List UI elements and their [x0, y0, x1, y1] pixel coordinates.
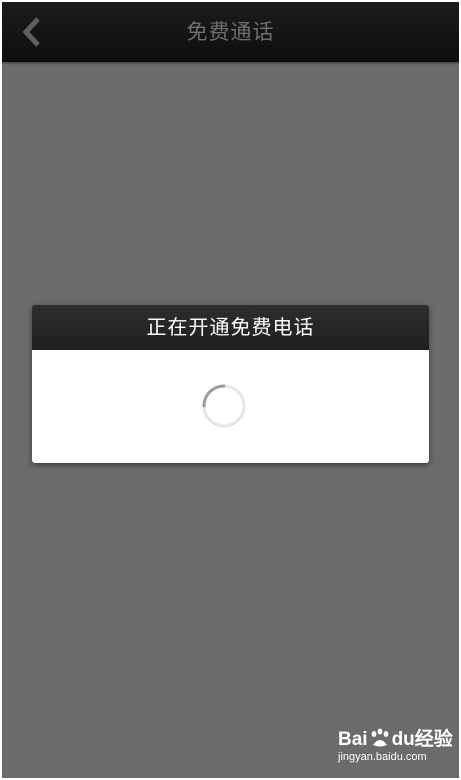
watermark-brand-right: 经验 [414, 729, 453, 750]
watermark-brand-left: Bai [338, 729, 368, 750]
app-screen: 免费通话 正在开通免费电话 Bai du经验 jingyan.baidu.com [2, 2, 459, 778]
watermark-brand-mid: du [391, 729, 415, 750]
top-bar-shadow [2, 62, 459, 65]
watermark-brand: Bai du经验 [338, 728, 453, 751]
paw-icon [371, 728, 388, 747]
dialog-body [32, 350, 429, 463]
loading-spinner-icon [202, 384, 246, 428]
baidu-jingyan-watermark: Bai du经验 jingyan.baidu.com [338, 728, 453, 768]
page-title: 免费通话 [186, 20, 275, 44]
dialog-message: 正在开通免费电话 [32, 305, 429, 350]
top-bar: 免费通话 [2, 2, 459, 62]
watermark-url: jingyan.baidu.com [338, 751, 427, 763]
loading-dialog: 正在开通免费电话 [32, 305, 429, 463]
